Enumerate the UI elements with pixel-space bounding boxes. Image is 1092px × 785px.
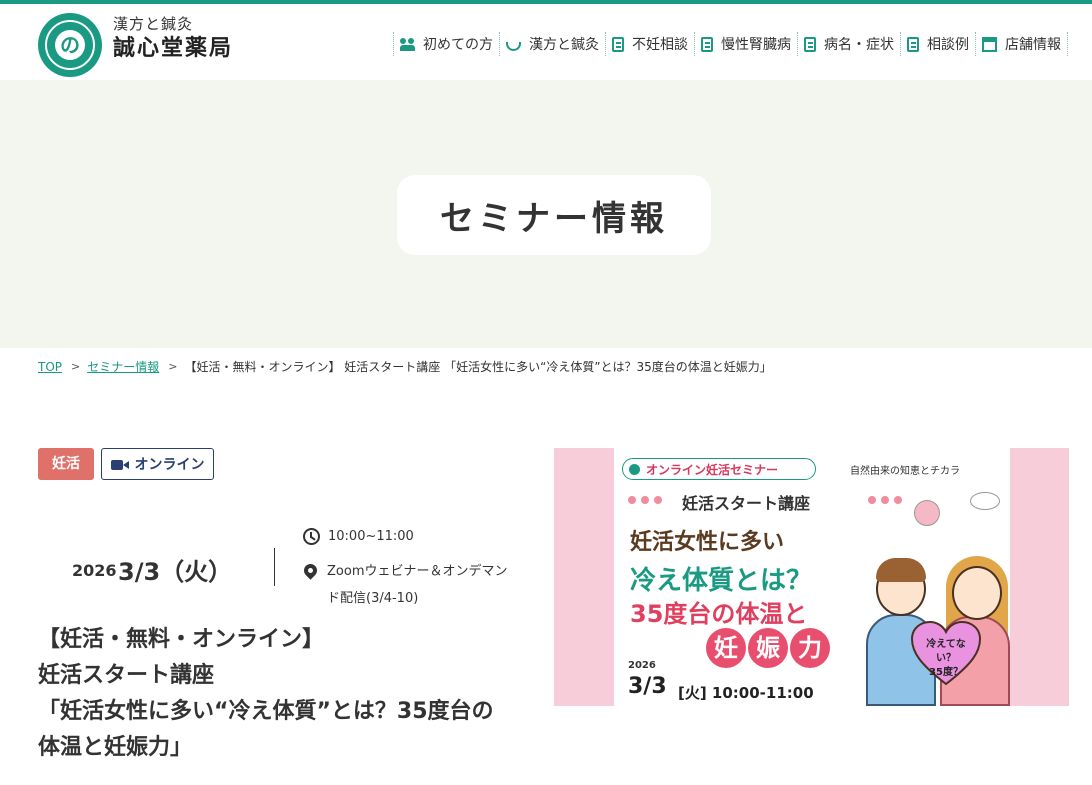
banner-dots <box>628 496 662 504</box>
nav-item-kampo[interactable]: 漢方と鍼灸 <box>499 32 605 56</box>
event-time: 10:00~11:00 <box>303 528 414 545</box>
event-place-text: Zoomウェビナー＆オンデマンド配信(3/4-10) <box>327 564 508 606</box>
banner-dots <box>868 496 902 504</box>
banner-power-word: 妊 娠 力 <box>706 628 830 668</box>
page-title: セミナー情報 <box>440 198 668 239</box>
banner-dot-icon <box>629 463 640 475</box>
document-icon <box>612 36 624 52</box>
banner-course: 妊活スタート講座 <box>682 494 811 513</box>
banner-pill-text: オンライン妊活セミナー <box>646 462 779 477</box>
banner-pill: オンライン妊活セミナー <box>622 458 816 480</box>
heart-text: 冷えてない？ 35度？ <box>918 638 974 680</box>
video-camera-icon <box>110 458 129 470</box>
banner-power-char: 妊 <box>706 628 746 668</box>
chevron-right-icon: > <box>71 360 81 373</box>
chevron-right-icon: > <box>168 360 178 373</box>
heart-text-line: 35度？ <box>929 667 963 678</box>
format-tag-label: オンライン <box>134 457 205 473</box>
nav-item-stores[interactable]: 店舗情報 <box>975 32 1068 56</box>
clock-icon <box>303 528 320 545</box>
nav-item-first-visit[interactable]: 初めての方 <box>393 32 499 56</box>
bowl-icon <box>506 41 521 51</box>
logo-text[interactable]: 漢方と鍼灸 誠心堂薬局 <box>113 14 233 64</box>
logo-name: 誠心堂薬局 <box>113 36 234 61</box>
shop-icon <box>982 36 997 52</box>
format-tag[interactable]: オンライン <box>101 448 214 480</box>
main-nav: 初めての方 漢方と鍼灸 不妊相談 慢性腎臓病 病名・症状 相談例 店舗情報 <box>393 32 1068 56</box>
banner-power-char: 娠 <box>748 628 788 668</box>
nav-item-symptoms[interactable]: 病名・症状 <box>797 32 900 56</box>
banner-catchphrase: 自然由来の知恵とチカラ <box>850 466 960 477</box>
banner-headline-1: 妊活女性に多い <box>630 530 785 555</box>
logo-icon[interactable]: の <box>38 13 102 77</box>
document-icon <box>701 36 713 52</box>
event-title-line: 妊活スタート講座 <box>38 663 215 688</box>
nav-item-fertility[interactable]: 不妊相談 <box>605 32 694 56</box>
banner-headline-2: 冷え体質とは？ <box>630 566 813 596</box>
event-time-text: 10:00~11:00 <box>328 529 414 544</box>
logo-subtitle: 漢方と鍼灸 <box>113 15 194 33</box>
breadcrumb-top-link[interactable]: TOP <box>38 360 62 374</box>
banner-power-char: 力 <box>790 628 830 668</box>
logo-glyph: の <box>55 30 85 60</box>
nav-label: 病名・症状 <box>824 37 894 53</box>
banner-headline-3: 35度台の体温と <box>630 600 808 628</box>
heart-text-line: 冷えてない？ <box>926 639 966 664</box>
hero-title-box: セミナー情報 <box>397 175 711 255</box>
event-title-line: 【妊活・無料・オンライン】 <box>38 627 325 652</box>
event-year: 2026 <box>72 561 117 580</box>
banner-date: 3/3 <box>628 674 667 699</box>
man-hair-illustration <box>876 558 926 582</box>
stork-illustration <box>970 492 1000 510</box>
date-divider <box>274 548 275 586</box>
breadcrumb-current: 【妊活・無料・オンライン】 妊活スタート講座 「妊活女性に多い“冷え体質”とは？… <box>184 360 772 374</box>
breadcrumb: TOP > セミナー情報 > 【妊活・無料・オンライン】 妊活スタート講座 「妊… <box>38 358 772 375</box>
event-day: 3/3（火） <box>118 558 233 586</box>
banner-inner: オンライン妊活セミナー 自然由来の知恵とチカラ 妊活スタート講座 妊活女性に多い… <box>614 448 1010 706</box>
woman-head-illustration <box>952 566 1002 620</box>
baby-illustration <box>914 500 940 526</box>
document-icon <box>804 36 816 52</box>
site-header: の 漢方と鍼灸 誠心堂薬局 初めての方 漢方と鍼灸 不妊相談 慢性腎臓病 病名・… <box>0 4 1092 80</box>
breadcrumb-seminar-link[interactable]: セミナー情報 <box>87 358 159 375</box>
page-hero: セミナー情報 <box>0 80 1092 348</box>
banner-time: [火] 10:00-11:00 <box>678 684 814 702</box>
banner-year: 2026 <box>628 660 656 671</box>
event-place: Zoomウェビナー＆オンデマンド配信(3/4-10) <box>301 558 518 612</box>
people-icon <box>400 37 415 52</box>
event-title: 【妊活・無料・オンライン】 妊活スタート講座 「妊活女性に多い“冷え体質”とは？… <box>38 622 508 766</box>
nav-label: 慢性腎臓病 <box>721 37 791 53</box>
event-title-line: 「妊活女性に多い“冷え体質”とは？35度台の体温と妊娠力」 <box>38 699 494 760</box>
nav-label: 初めての方 <box>423 37 493 53</box>
category-tag[interactable]: 妊活 <box>38 448 94 480</box>
event-banner-image: オンライン妊活セミナー 自然由来の知恵とチカラ 妊活スタート講座 妊活女性に多い… <box>554 448 1069 706</box>
nav-item-cases[interactable]: 相談例 <box>900 32 975 56</box>
nav-label: 店舗情報 <box>1005 37 1061 53</box>
nav-label: 漢方と鍼灸 <box>529 37 599 53</box>
nav-label: 不妊相談 <box>632 37 688 53</box>
nav-label: 相談例 <box>927 37 969 53</box>
location-pin-icon <box>301 561 320 580</box>
nav-item-kidney[interactable]: 慢性腎臓病 <box>694 32 797 56</box>
document-icon <box>907 36 919 52</box>
